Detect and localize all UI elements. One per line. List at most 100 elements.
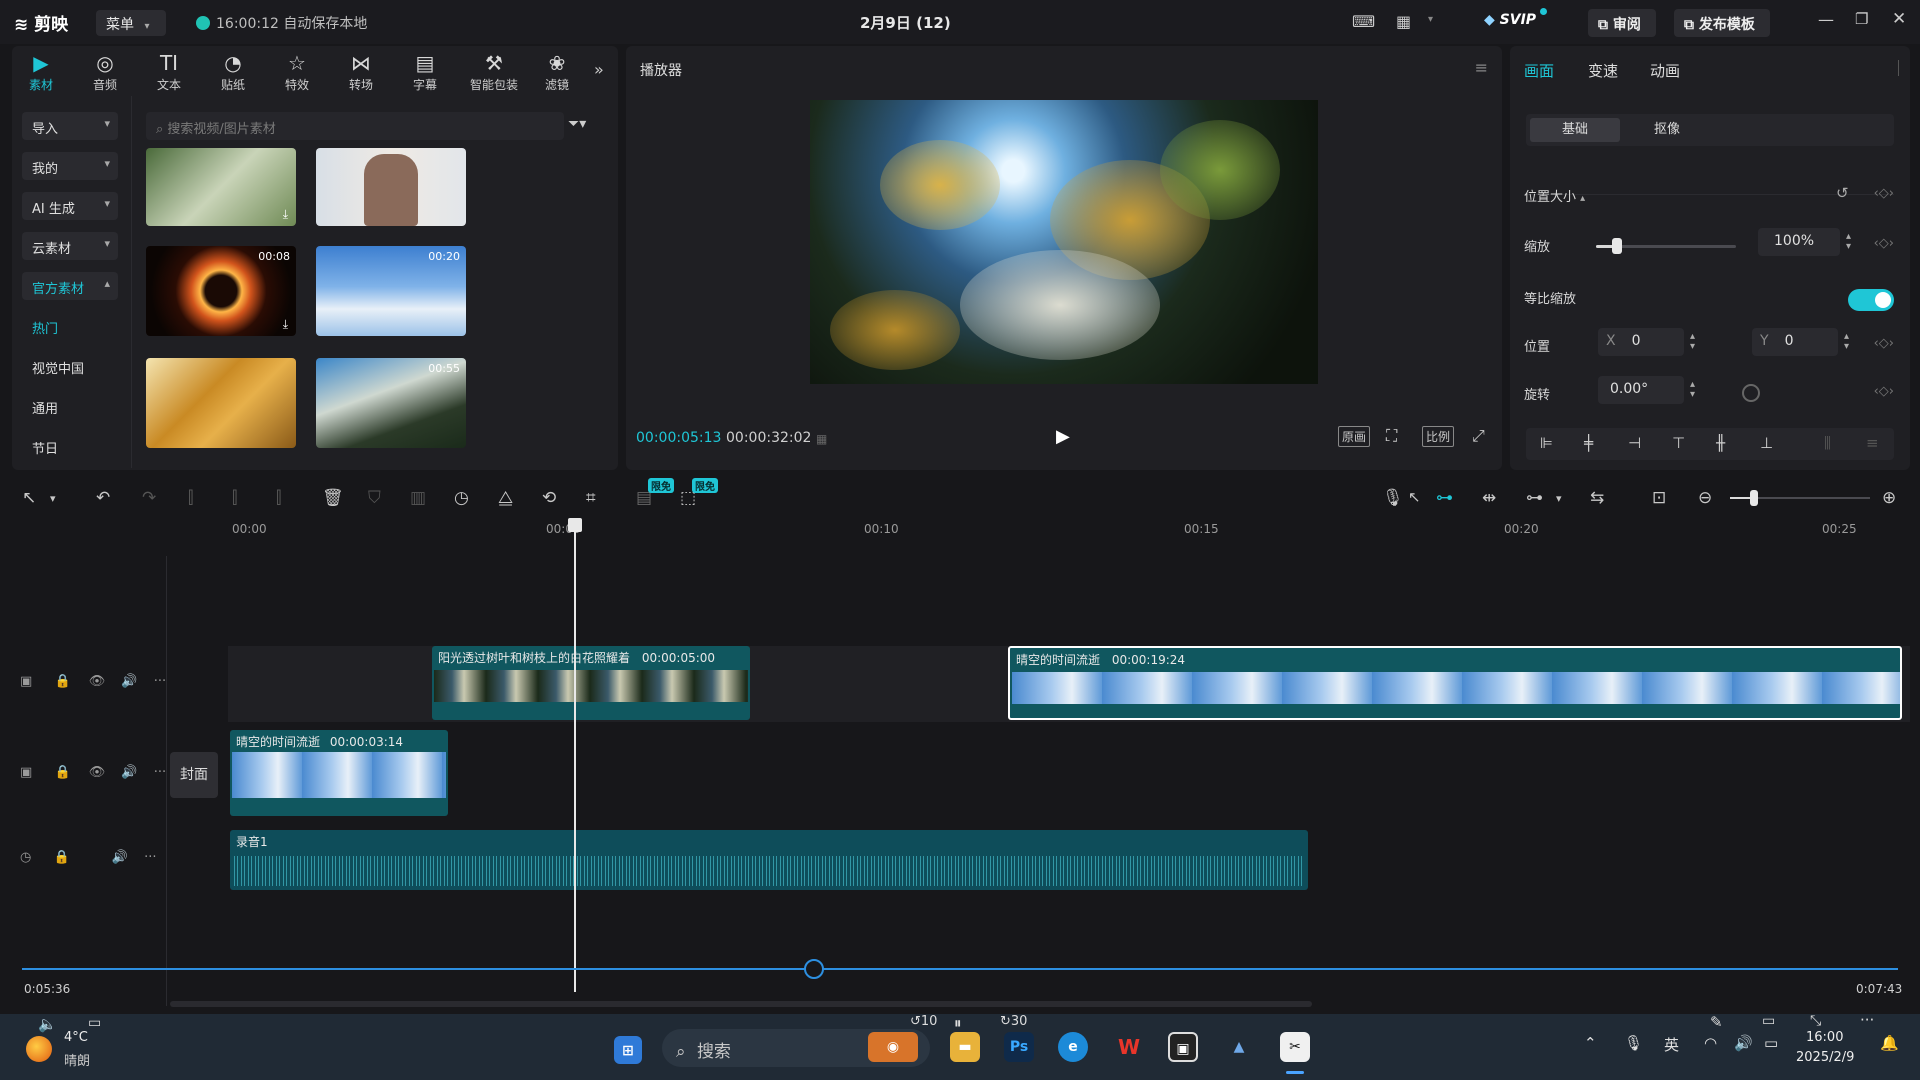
delete-icon[interactable]: 🗑 (322, 488, 344, 508)
lock-icon[interactable]: 🔒 (53, 850, 69, 865)
tab-speed[interactable]: 变速 (1588, 60, 1618, 81)
tab-filter[interactable]: ❀ 滤镜 (530, 50, 584, 93)
track-select-icon[interactable]: ▣ (20, 674, 32, 689)
timeline-ruler[interactable]: 00:00 00:05 00:10 00:15 00:20 00:25 (228, 520, 1910, 542)
fullscreen-icon[interactable]: ⤢ (1472, 426, 1485, 446)
align-right-icon[interactable]: ⊣ (1628, 434, 1641, 452)
keyboard-shortcut-icon[interactable]: ⌨ (1352, 12, 1375, 31)
zoom-out-icon[interactable]: ⊖ (1698, 488, 1712, 508)
scale-slider[interactable] (1596, 238, 1736, 254)
stepper-icon[interactable]: ▴ ▾ (1690, 380, 1695, 400)
scrollbar-handle[interactable] (804, 959, 824, 979)
tab-animation[interactable]: 动画 (1650, 60, 1680, 81)
zoom-in-icon[interactable]: ⊕ (1882, 488, 1896, 508)
more-icon[interactable]: ··· (144, 850, 156, 865)
align-left-icon[interactable]: ⊫ (1540, 434, 1553, 452)
align-center-v-icon[interactable]: ╫ (1716, 434, 1725, 452)
media-thumb[interactable] (146, 358, 296, 448)
preview-axis-icon[interactable]: ⇆ (1590, 488, 1604, 508)
volume-icon[interactable]: 🔊 (121, 674, 137, 689)
position-x-input[interactable]: X0 (1598, 328, 1684, 356)
reverse-icon[interactable]: ◷ (454, 488, 469, 508)
media-thumb[interactable] (316, 148, 466, 226)
cover-button[interactable]: 封面 (170, 752, 218, 798)
ime-indicator[interactable]: 英 (1664, 1034, 1679, 1055)
lock-icon[interactable]: 🔒 (54, 765, 70, 780)
audio-clip[interactable]: 录音1 (230, 830, 1308, 890)
sidebar-item-hot[interactable]: 热门 (22, 312, 118, 340)
stepper-icon[interactable]: ▴ ▾ (1844, 332, 1849, 352)
tab-subtitle[interactable]: ▤ 字幕 (398, 50, 452, 93)
timeline-grid-icon[interactable]: ▦ (816, 432, 827, 446)
zoom-slider[interactable] (1730, 490, 1870, 506)
playhead[interactable] (574, 522, 576, 992)
wifi-icon[interactable]: ◠ (1704, 1034, 1717, 1052)
media-thumb[interactable]: 00:20 (316, 246, 466, 336)
more-tabs-icon[interactable]: » (594, 60, 604, 79)
svip-badge[interactable]: ◆ SVIP (1484, 12, 1536, 28)
fit-timeline-icon[interactable]: ⊡ (1652, 488, 1666, 508)
volume-icon[interactable]: 🔈 (38, 1015, 57, 1033)
chevron-down-icon[interactable]: ▾ (50, 492, 56, 505)
capcut-icon[interactable]: ✂ (1280, 1032, 1310, 1062)
volume-icon[interactable]: 🔊 (121, 765, 137, 780)
pause-icon[interactable]: ⏸ (954, 1014, 962, 1032)
review-button[interactable]: ⧉ 审阅 (1588, 9, 1656, 37)
position-y-input[interactable]: Y0 (1752, 328, 1838, 356)
tab-audio[interactable]: ◎ 音频 (78, 50, 132, 93)
app-icon[interactable]: ▲ (1224, 1032, 1254, 1062)
close-icon[interactable]: ✕ (1892, 9, 1906, 29)
play-button[interactable]: ▶ (1056, 426, 1070, 447)
original-quality-button[interactable]: 原画 (1338, 426, 1371, 447)
battery-icon[interactable]: ▭ (1764, 1034, 1778, 1052)
sub-tab-basic[interactable]: 基础 (1530, 118, 1620, 142)
chat-icon[interactable]: ▭ (88, 1015, 101, 1031)
sidebar-item-vcg[interactable]: 视觉中国 (22, 352, 118, 380)
publish-template-button[interactable]: ⧉ 发布模板 (1674, 9, 1770, 37)
scale-slider-handle[interactable] (1612, 238, 1622, 254)
menu-button[interactable]: 菜单 ▾ (96, 10, 166, 36)
video-clip[interactable]: 阳光透过树叶和树枝上的白花照耀着 00:00:05:00 (432, 646, 750, 720)
video-app-icon[interactable]: ▣ (1168, 1032, 1198, 1062)
main-track-magnet-icon[interactable]: ⊶ (1436, 488, 1453, 508)
more-icon[interactable]: ··· (154, 674, 166, 689)
tab-canvas[interactable]: 画面 (1524, 60, 1554, 81)
lock-icon[interactable]: 🔒 (54, 674, 70, 689)
keyframe-icon[interactable]: ‹◇› (1874, 186, 1894, 201)
eye-icon[interactable]: 👁 (89, 674, 106, 689)
minimize-icon[interactable]: — (1818, 10, 1834, 29)
photoshop-icon[interactable]: Ps (1004, 1032, 1034, 1062)
align-bottom-icon[interactable]: ⊥ (1760, 434, 1773, 452)
keyframe-icon[interactable]: ‹◇› (1874, 236, 1894, 251)
edge-browser-icon[interactable]: e (1058, 1032, 1088, 1062)
sidebar-item-ai-generate[interactable]: AI 生成 ▾ (22, 192, 118, 220)
horizontal-scrollbar[interactable] (170, 1001, 1312, 1007)
pen-icon[interactable]: ✎ (1710, 1013, 1723, 1031)
timeline-scrollbar[interactable] (22, 968, 1898, 970)
notification-icon[interactable]: 🔔 (1880, 1034, 1899, 1052)
video-clip-selected[interactable]: 晴空的时间流逝 00:00:19:24 (1008, 646, 1902, 720)
stepper-icon[interactable]: ▴ ▾ (1846, 232, 1851, 252)
track-select-icon[interactable]: ▣ (20, 765, 32, 780)
more-icon[interactable]: ··· (154, 765, 166, 780)
audio-track-icon[interactable]: ◷ (20, 850, 31, 865)
sidebar-item-general[interactable]: 通用 (22, 392, 118, 420)
tab-text[interactable]: TI 文本 (142, 50, 196, 93)
layout-icon[interactable]: ▦ (1396, 12, 1411, 31)
mirror-icon[interactable]: ⧋ (498, 488, 513, 508)
media-thumb[interactable]: 00:08 ⤓ (146, 246, 296, 336)
chevron-down-icon[interactable]: ▾ (1556, 492, 1562, 505)
sidebar-item-mine[interactable]: 我的 ▾ (22, 152, 118, 180)
volume-icon[interactable]: 🔊 (112, 850, 128, 865)
crop-icon[interactable]: ⌗ (586, 488, 596, 508)
menu-icon[interactable]: ≡ (1475, 58, 1488, 77)
tab-smart-pack[interactable]: ⚒ 智能包装 (462, 50, 526, 93)
microphone-icon[interactable]: 🎙 (1382, 488, 1404, 508)
media-thumb[interactable]: ⤓ (146, 148, 296, 226)
tab-effects[interactable]: ☆ 特效 (270, 50, 324, 93)
undo-icon[interactable]: ↶ (96, 488, 110, 508)
chevron-down-icon[interactable]: ▾ (1428, 14, 1433, 25)
collapse-icon[interactable]: ⤡ (1810, 1013, 1821, 1029)
wps-icon[interactable]: W (1114, 1032, 1144, 1062)
sidebar-item-official[interactable]: 官方素材 ▴ (22, 272, 118, 300)
